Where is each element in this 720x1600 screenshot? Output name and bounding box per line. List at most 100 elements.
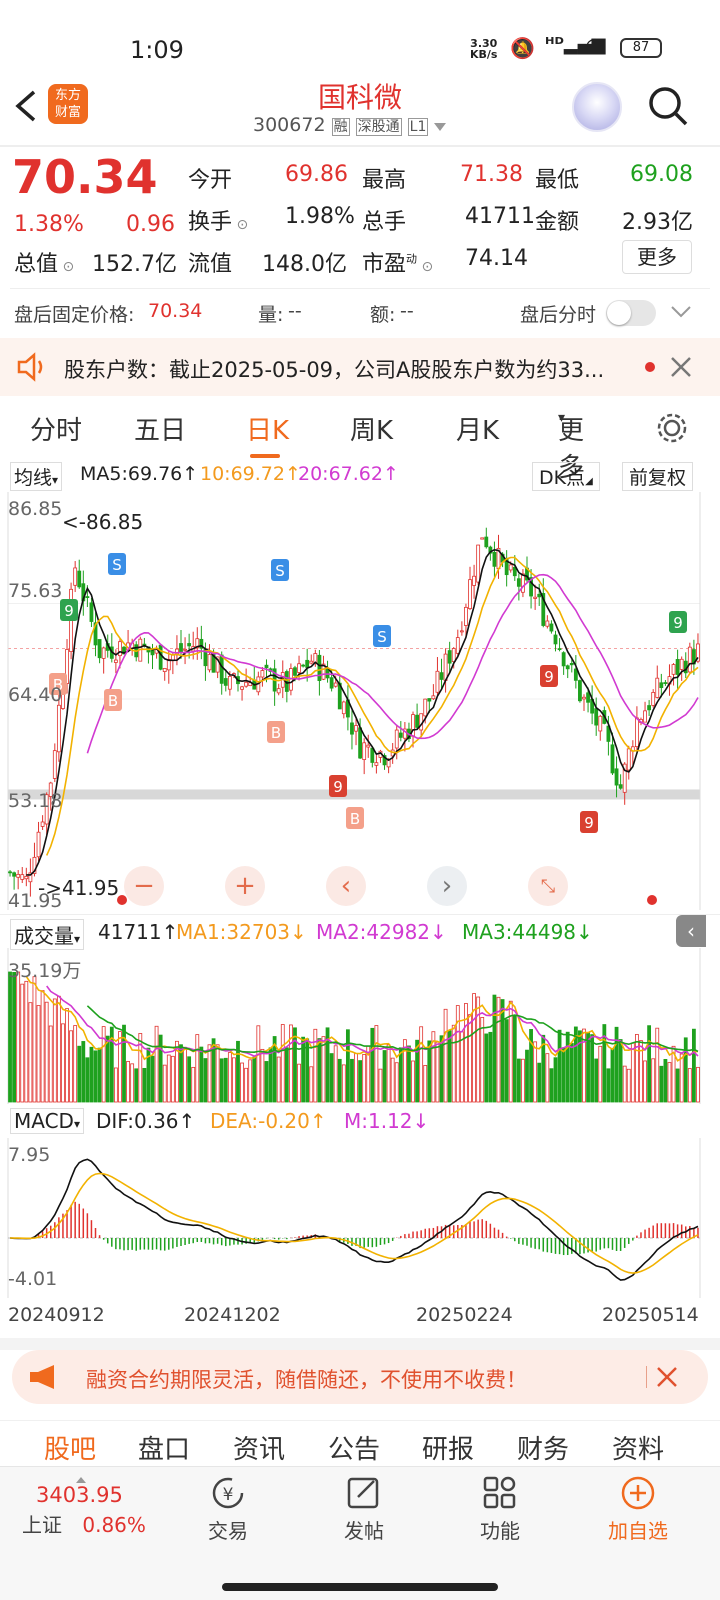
low-value: 69.08: [630, 162, 693, 187]
after-hours-vol-label: 量:: [258, 304, 284, 326]
high-value: 71.38: [460, 162, 523, 187]
promo-banner[interactable]: 融资合约期限灵活，随借随还，不使用不收费！: [12, 1350, 708, 1404]
date-label-1: 20240912: [8, 1304, 105, 1326]
volume-ma2: MA2:42982↓: [316, 920, 447, 944]
speaker-icon: [17, 352, 43, 382]
after-hours-amt-label: 额:: [370, 304, 396, 326]
volume-chart[interactable]: [0, 948, 720, 1104]
close-icon[interactable]: [670, 356, 692, 378]
svg-text:B: B: [271, 724, 281, 742]
volume-ma3: MA3:44498↓: [462, 920, 593, 944]
ma-legend: 均线▾ MA5:69.76↑ 10:69.72↑ 20:67.62↑ DK点◢ …: [0, 460, 720, 491]
volume-selector[interactable]: 成交量▾: [10, 919, 85, 950]
promo-text: 融资合约期限灵活，随借随还，不使用不收费！: [86, 1368, 527, 1392]
notice-dot: [645, 362, 655, 372]
svg-text:9: 9: [584, 814, 594, 832]
tab-research[interactable]: 研报: [422, 1429, 474, 1466]
notice-text: 股东户数：截止2025-05-09，公司A股股东户数为约33...: [64, 358, 605, 382]
tab-announcement[interactable]: 公告: [328, 1429, 380, 1466]
battery-icon: 87: [620, 38, 662, 58]
tab-pankou[interactable]: 盘口: [138, 1429, 190, 1466]
after-hours-price: 70.34: [148, 300, 203, 322]
macd-axis-top: 7.95: [8, 1144, 51, 1166]
svg-text:9: 9: [673, 614, 683, 632]
tab-finance[interactable]: 财务: [517, 1429, 569, 1466]
open-value: 69.86: [285, 162, 348, 187]
volume-ma1: MA1:32703↓: [176, 920, 307, 944]
max-price-label: <-86.85: [62, 510, 144, 534]
tab-timeshare[interactable]: 分时: [30, 410, 82, 447]
chevron-down-icon[interactable]: [670, 304, 692, 320]
date-label-2: 20241202: [184, 1304, 281, 1326]
index-value: 3403.95: [36, 1483, 123, 1507]
index-widget[interactable]: 3403.95 上证 0.86%: [22, 1477, 162, 1547]
macd-dif: DIF:0.36↑: [96, 1109, 196, 1133]
collapse-panel-button[interactable]: ‹: [676, 915, 706, 947]
promo-close-icon[interactable]: [656, 1366, 678, 1388]
notice-bar[interactable]: 股东户数：截止2025-05-09，公司A股股东户数为约33...: [0, 338, 720, 396]
function-nav[interactable]: 功能: [468, 1475, 532, 1544]
adjust-button[interactable]: 前复权: [622, 462, 694, 491]
add-circle-icon: [621, 1476, 655, 1510]
index-pct: 0.86%: [82, 1513, 146, 1537]
volume-value: 41711: [465, 204, 535, 229]
svg-text:S: S: [377, 628, 387, 646]
amount-label: 金额: [535, 210, 580, 235]
mute-icon: 🔕: [510, 36, 535, 60]
robot-avatar[interactable]: [572, 82, 622, 132]
turnover-label: 换手 ⊙: [188, 210, 249, 235]
svg-text:9: 9: [64, 602, 74, 620]
edit-icon: [347, 1477, 379, 1509]
add-watchlist-nav[interactable]: 加自选: [600, 1475, 676, 1544]
svg-text:¥: ¥: [223, 1485, 234, 1505]
ma20-value: 20:67.62↑: [298, 463, 399, 485]
volume-label: 总手: [362, 210, 407, 235]
ma-selector[interactable]: 均线▾: [10, 462, 63, 491]
dk-button[interactable]: DK点◢: [532, 462, 600, 491]
zoom-in-button[interactable]: +: [225, 866, 265, 906]
macd-chart[interactable]: [0, 1138, 720, 1298]
tab-guba[interactable]: 股吧: [44, 1429, 96, 1466]
ma10-value: 10:69.72↑: [200, 463, 301, 485]
pan-right-button[interactable]: ›: [427, 866, 467, 906]
tab-news[interactable]: 资讯: [233, 1429, 285, 1466]
mcap-label: 总值 ⊙: [14, 252, 75, 277]
index-name: 上证: [22, 1513, 62, 1537]
after-hours-row: 盘后固定价格: 70.34 量: -- 额: -- 盘后分时: [0, 296, 720, 332]
pan-left-button[interactable]: ‹: [326, 866, 366, 906]
price-axis-label-2: 75.63: [8, 580, 63, 602]
date-label-4: 20250514: [602, 1304, 699, 1326]
after-hours-toggle[interactable]: [606, 300, 656, 326]
price-axis-label-4: 53.18: [8, 790, 63, 812]
macd-selector[interactable]: MACD▾: [10, 1108, 84, 1134]
after-hours-price-label: 盘后固定价格:: [14, 304, 135, 326]
float-value: 148.0亿: [262, 252, 347, 277]
tab-weekly-k[interactable]: 周K: [350, 410, 393, 447]
svg-text:B: B: [350, 810, 360, 828]
svg-text:9: 9: [544, 668, 554, 686]
macd-m: M:1.12↓: [344, 1109, 430, 1133]
search-icon[interactable]: [646, 84, 690, 128]
trade-nav[interactable]: ¥ 交易: [196, 1475, 260, 1544]
tab-monthly-k[interactable]: 月K: [456, 410, 499, 447]
low-label: 最低: [535, 168, 580, 193]
turnover-value: 1.98%: [285, 204, 355, 229]
macd-axis-bottom: -4.01: [8, 1268, 58, 1290]
candlestick-chart[interactable]: S SSBBBB99999: [0, 492, 720, 910]
after-hours-vol: --: [288, 300, 302, 322]
mcap-value: 152.7亿: [92, 252, 177, 277]
fullscreen-button[interactable]: ⤡: [528, 866, 568, 906]
after-hours-amt: --: [400, 300, 414, 322]
zoom-out-button[interactable]: −: [124, 866, 164, 906]
min-price-label: ->41.95: [38, 876, 120, 900]
ma5-value: MA5:69.76↑: [80, 463, 199, 485]
settings-icon[interactable]: [656, 412, 688, 444]
tab-profile[interactable]: 资料: [612, 1429, 664, 1466]
tab-daily-k[interactable]: 日K: [246, 410, 289, 447]
net-speed: 3.30 KB/s: [470, 37, 498, 61]
tab-five-day[interactable]: 五日: [134, 410, 186, 447]
svg-text:S: S: [112, 556, 122, 574]
after-hours-timeshare-label: 盘后分时: [520, 304, 597, 326]
post-nav[interactable]: 发帖: [332, 1475, 396, 1544]
more-button[interactable]: 更多: [622, 240, 692, 274]
